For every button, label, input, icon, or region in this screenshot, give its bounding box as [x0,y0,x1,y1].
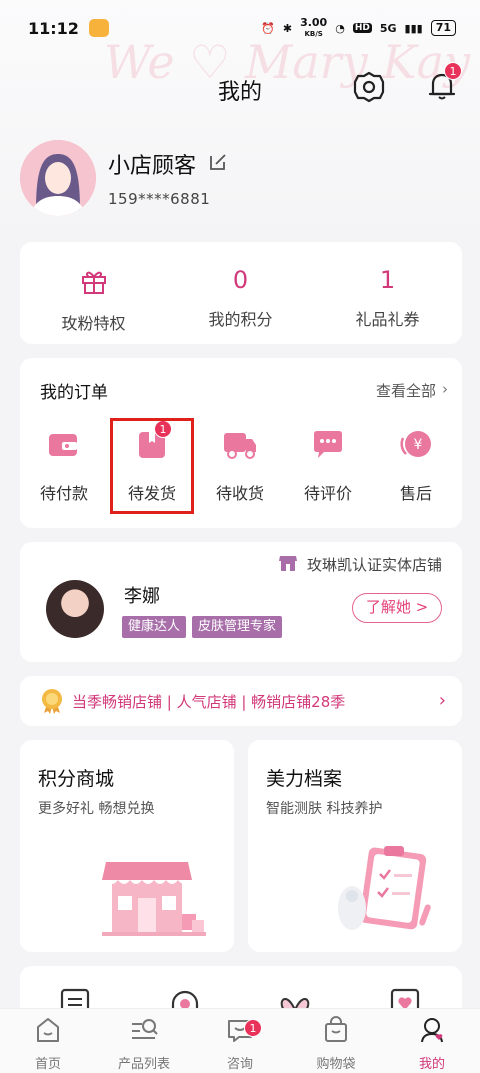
feature-subtitle: 更多好礼 畅想兑换 [38,801,155,817]
tab-label: 购物袋 [316,1057,356,1072]
battery-indicator: 71 [430,20,456,36]
order-label: 待评价 [303,484,352,503]
signal-icon: ▮▮▮ [404,21,423,35]
consultant-name: 李娜 [124,586,160,607]
tab-home[interactable]: 首页 [0,1015,96,1072]
consultant-tag: 皮肤管理专家 [192,616,283,638]
bluetooth-icon: ✱ [282,21,293,35]
svg-text:¥: ¥ [414,437,423,453]
feature-title: 积分商城 [38,768,115,790]
chat-badge: 1 [244,1019,262,1037]
beauty-profile-card[interactable]: 美力档案 智能测肤 科技养护 [248,740,462,952]
order-label: 待付款 [39,484,88,503]
wifi-icon: ◔ [335,21,345,35]
medal-icon [42,689,62,714]
store-card[interactable]: 玫琳凯认证实体店铺 李娜 健康达人 皮肤管理专家 了解她 > [20,542,462,662]
tab-bag[interactable]: 购物袋 [288,1015,384,1072]
tab-label: 首页 [34,1057,61,1072]
home-icon [37,1018,59,1042]
gear-icon[interactable] [352,70,386,104]
feature-title: 美力档案 [266,768,343,790]
tab-label: 我的 [418,1057,445,1072]
notification-badge: 1 [444,62,462,80]
avatar[interactable] [20,140,96,216]
profile-icon [421,1018,443,1043]
promo-text: 当季畅销店铺 | 人气店铺 | 畅销店铺28季 [72,693,346,711]
order-label: 售后 [399,484,432,503]
order-label: 待收货 [215,484,264,503]
store-certification: 玫琳凯认证实体店铺 [306,556,442,574]
hd-badge: HD [352,23,372,33]
skin-test-illustration [338,846,431,930]
consultant-tag: 健康达人 [122,616,187,638]
order-pending-payment[interactable]: 待付款 [20,428,108,504]
coupons-value: 1 [379,266,396,294]
tab-label: 咨询 [226,1057,253,1072]
points-label: 我的积分 [208,310,273,329]
points-stat[interactable]: 0 我的积分 [167,242,314,344]
username[interactable]: 小店顾客 [108,148,196,180]
bottom-tab-bar: 首页 产品列表 1 咨询 购物袋 我的 [0,1008,480,1073]
tab-consult[interactable]: 1 咨询 [192,1015,288,1072]
alarm-icon: ⏰ [261,21,275,35]
yuan-refund-icon: ¥ [400,431,431,457]
gift-icon [81,271,106,294]
consultant-avatar [46,580,104,638]
points-mall-card[interactable]: 积分商城 更多好礼 畅想兑换 [20,740,234,952]
signal-label: 5G [379,21,397,35]
phone-number: 159****6881 [108,190,211,208]
order-pending-receipt[interactable]: 待收货 [196,428,284,504]
highlight-box [110,418,194,514]
orders-card: 我的订单 查看全部 › 待付款 1 待发货 待收货 待评价 ¥ 售后 [20,358,462,528]
user-avatar-illustration [20,140,96,216]
tab-products[interactable]: 产品列表 [96,1015,192,1072]
comment-icon [314,431,342,458]
shop-storefront-illustration [102,862,206,936]
net-speed: 3.00 KB/S [300,15,328,38]
feature-subtitle: 智能测肤 科技养护 [266,801,383,817]
privilege-label: 玫粉特权 [61,314,126,333]
shopping-bag-icon [325,1016,347,1042]
store-icon [279,556,297,571]
app-notification-icon [88,19,109,37]
orders-title: 我的订单 [40,383,108,403]
chevron-right-icon: › [438,690,446,711]
order-after-sales[interactable]: ¥ 售后 [372,428,460,504]
status-time: 11:12 [28,18,79,38]
status-bar: 11:12 ⏰ ✱ 3.00 KB/S ◔ HD 5G ▮▮▮ 71 [0,0,480,56]
stats-card: 玫粉特权 0 我的积分 1 礼品礼券 [20,242,462,344]
coupons-label: 礼品礼券 [355,310,420,329]
coupons-stat[interactable]: 1 礼品礼券 [314,242,461,344]
points-value: 0 [232,266,249,294]
wallet-icon [49,434,77,456]
privilege-stat[interactable]: 玫粉特权 [20,242,167,344]
learn-more-button[interactable]: 了解她 > [352,593,442,623]
status-indicators: ⏰ ✱ 3.00 KB/S ◔ HD 5G ▮▮▮ 71 [261,15,456,39]
order-pending-review[interactable]: 待评价 [284,428,372,504]
edit-icon[interactable] [208,152,228,172]
view-all-link[interactable]: 查看全部 [376,380,436,401]
page-title: 我的 [217,80,262,105]
product-search-icon [132,1019,158,1039]
tab-label: 产品列表 [117,1057,170,1072]
tab-mine[interactable]: 我的 [384,1015,480,1072]
chevron-right-icon[interactable]: › [442,380,448,398]
promo-banner[interactable]: 当季畅销店铺 | 人气店铺 | 畅销店铺28季 › [20,676,462,726]
truck-icon [224,433,256,459]
